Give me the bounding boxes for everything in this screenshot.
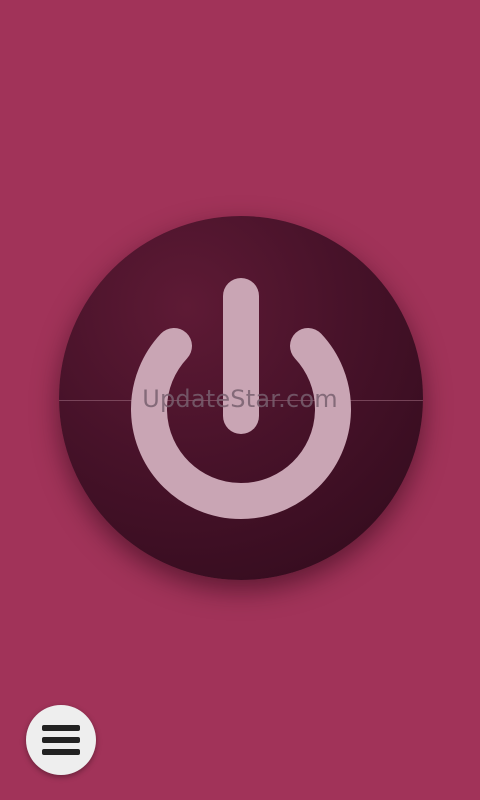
power-icon: [131, 278, 351, 520]
menu-button[interactable]: [26, 705, 96, 775]
hamburger-menu-icon: [42, 725, 80, 755]
power-toggle-button[interactable]: [59, 216, 423, 580]
app-screen: UpdateStar.com: [0, 0, 480, 800]
